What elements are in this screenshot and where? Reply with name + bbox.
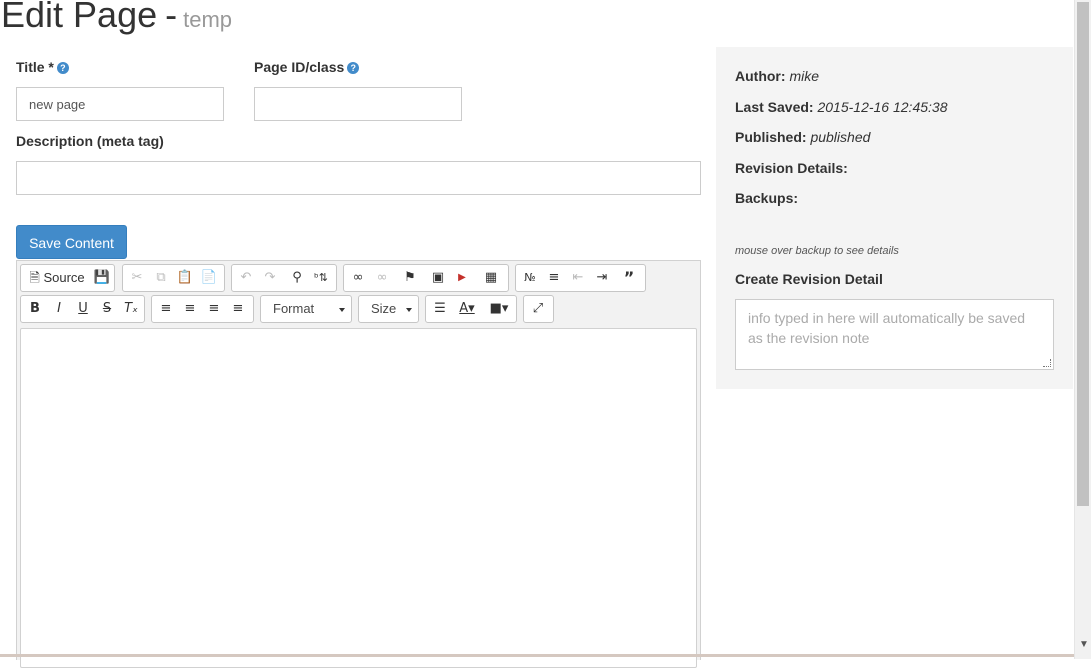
save-content-button[interactable]: Save Content — [16, 225, 127, 259]
table-icon[interactable]: ▦ — [480, 268, 502, 288]
backup-hint: mouse over backup to see details — [735, 245, 899, 257]
horizontal-rule-icon[interactable]: ☰ — [429, 299, 451, 319]
bulleted-list-icon[interactable]: ≡ — [543, 268, 565, 288]
author-value: mike — [789, 68, 819, 84]
undo-icon[interactable]: ↶ — [235, 268, 257, 288]
page-subtitle: temp — [183, 7, 233, 32]
source-label: Source — [43, 270, 85, 285]
align-right-icon[interactable]: ≡ — [203, 299, 225, 319]
toolbar-group-document: 🗎 Source 💾 — [20, 264, 115, 292]
backups-row: Backups: — [735, 190, 798, 206]
scrollbar-thumb[interactable] — [1077, 2, 1089, 506]
page-id-label: Page ID/class? — [254, 59, 360, 75]
outdent-icon[interactable]: ⇤ — [567, 268, 589, 288]
bold-icon[interactable]: B — [24, 299, 46, 319]
revision-details-row: Revision Details: — [735, 160, 848, 176]
image-icon[interactable]: ▣ — [427, 268, 449, 288]
copy-icon[interactable]: ⧉ — [150, 268, 172, 288]
format-caret-icon — [339, 308, 345, 312]
source-icon: 🗎 — [29, 270, 40, 285]
page-info-sidebar: Author: mike Last Saved: 2015-12-16 12:4… — [716, 47, 1073, 389]
remove-format-icon[interactable]: Tₓ — [120, 299, 142, 319]
underline-icon[interactable]: U — [72, 299, 94, 319]
page-id-input[interactable] — [254, 87, 462, 121]
paste-icon[interactable]: 📋 — [174, 268, 196, 288]
strike-icon[interactable]: S — [96, 299, 118, 319]
maximize-icon[interactable]: ⤢ — [527, 299, 549, 319]
author-label: Author: — [735, 68, 786, 84]
page-title-text: Edit Page — [1, 0, 158, 35]
toolbar-group-editing: ↶ ↷ ⚲ ᵇ⇅ — [231, 264, 337, 292]
italic-icon[interactable]: I — [48, 299, 70, 319]
author-row: Author: mike — [735, 68, 819, 84]
toolbar-group-paragraph: № ≡ ⇤ ⇥ ” — [515, 264, 646, 292]
published-label: Published: — [735, 129, 807, 145]
revision-note-placeholder: info typed in here will automatically be… — [748, 310, 1026, 346]
create-revision-label: Create Revision Detail — [735, 271, 883, 287]
size-dropdown[interactable]: Size — [358, 295, 419, 323]
link-icon[interactable]: ∞ — [347, 268, 369, 288]
replace-icon[interactable]: ᵇ⇅ — [310, 268, 332, 288]
title-help-icon[interactable]: ? — [56, 62, 69, 74]
backups-label: Backups: — [735, 190, 799, 206]
redo-icon[interactable]: ↷ — [259, 268, 281, 288]
find-icon[interactable]: ⚲ — [286, 268, 308, 288]
blockquote-icon[interactable]: ” — [618, 268, 640, 288]
toolbar-row-2: B I U S Tₓ ≡ ≡ ≡ ≡ Format Size ☰ A▾ ■▾ ⤢ — [20, 295, 699, 323]
save-icon[interactable]: 💾 — [91, 268, 113, 288]
revision-note-textarea[interactable]: info typed in here will automatically be… — [735, 299, 1054, 370]
published-value: published — [810, 129, 871, 145]
justify-icon[interactable]: ≡ — [227, 299, 249, 319]
anchor-icon[interactable]: ⚑ — [399, 268, 421, 288]
description-input[interactable] — [16, 161, 701, 195]
paste-text-icon[interactable]: 📄 — [198, 268, 220, 288]
page-id-help-icon[interactable]: ? — [347, 62, 360, 74]
size-caret-icon — [406, 308, 412, 312]
page-bottom-edge — [0, 654, 1074, 657]
resize-grip-icon[interactable] — [1043, 359, 1051, 367]
format-dropdown-label: Format — [273, 301, 315, 316]
align-left-icon[interactable]: ≡ — [155, 299, 177, 319]
size-dropdown-label: Size — [371, 301, 397, 316]
unlink-icon[interactable]: ∞ — [371, 268, 393, 288]
description-label: Description (meta tag) — [16, 133, 164, 149]
source-button[interactable]: 🗎 Source — [25, 268, 89, 288]
toolbar-group-align: ≡ ≡ ≡ ≡ — [151, 295, 254, 323]
format-dropdown[interactable]: Format — [260, 295, 352, 323]
title-label: Title *? — [16, 59, 69, 75]
title-label-text: Title * — [16, 59, 54, 75]
scroll-down-arrow-icon[interactable]: ▼ — [1079, 640, 1089, 650]
youtube-icon[interactable]: ▶ — [451, 268, 473, 288]
align-center-icon[interactable]: ≡ — [179, 299, 201, 319]
toolbar-row-1: 🗎 Source 💾 ✂ ⧉ 📋 📄 ↶ ↷ ⚲ ᵇ⇅ ∞ ∞ ⚑ ▣ ▶ ▦ … — [20, 264, 699, 292]
rich-text-editor: 🗎 Source 💾 ✂ ⧉ 📋 📄 ↶ ↷ ⚲ ᵇ⇅ ∞ ∞ ⚑ ▣ ▶ ▦ … — [16, 260, 701, 668]
toolbar-group-insert: ∞ ∞ ⚑ ▣ ▶ ▦ — [343, 264, 509, 292]
page-id-label-text: Page ID/class — [254, 59, 345, 75]
page-title: Edit Page - temp — [1, 0, 232, 36]
text-color-icon[interactable]: A▾ — [453, 299, 481, 319]
toolbar-group-basic-styles: B I U S Tₓ — [20, 295, 145, 323]
toolbar-group-clipboard: ✂ ⧉ 📋 📄 — [122, 264, 225, 292]
revision-details-label: Revision Details: — [735, 160, 848, 176]
cut-icon[interactable]: ✂ — [126, 268, 148, 288]
title-separator: - — [165, 0, 178, 35]
background-color-icon[interactable]: ■▾ — [484, 299, 514, 319]
last-saved-row: Last Saved: 2015-12-16 12:45:38 — [735, 99, 947, 115]
toolbar-group-tools: ⤢ — [523, 295, 554, 323]
indent-icon[interactable]: ⇥ — [591, 268, 613, 288]
title-input[interactable] — [16, 87, 224, 121]
published-row: Published: published — [735, 129, 870, 145]
last-saved-label: Last Saved: — [735, 99, 814, 115]
page-scrollbar[interactable]: ▼ — [1074, 0, 1091, 659]
toolbar-group-colors: ☰ A▾ ■▾ — [425, 295, 517, 323]
numbered-list-icon[interactable]: № — [519, 268, 541, 288]
last-saved-value: 2015-12-16 12:45:38 — [817, 99, 948, 115]
editor-content-area[interactable] — [20, 328, 697, 668]
